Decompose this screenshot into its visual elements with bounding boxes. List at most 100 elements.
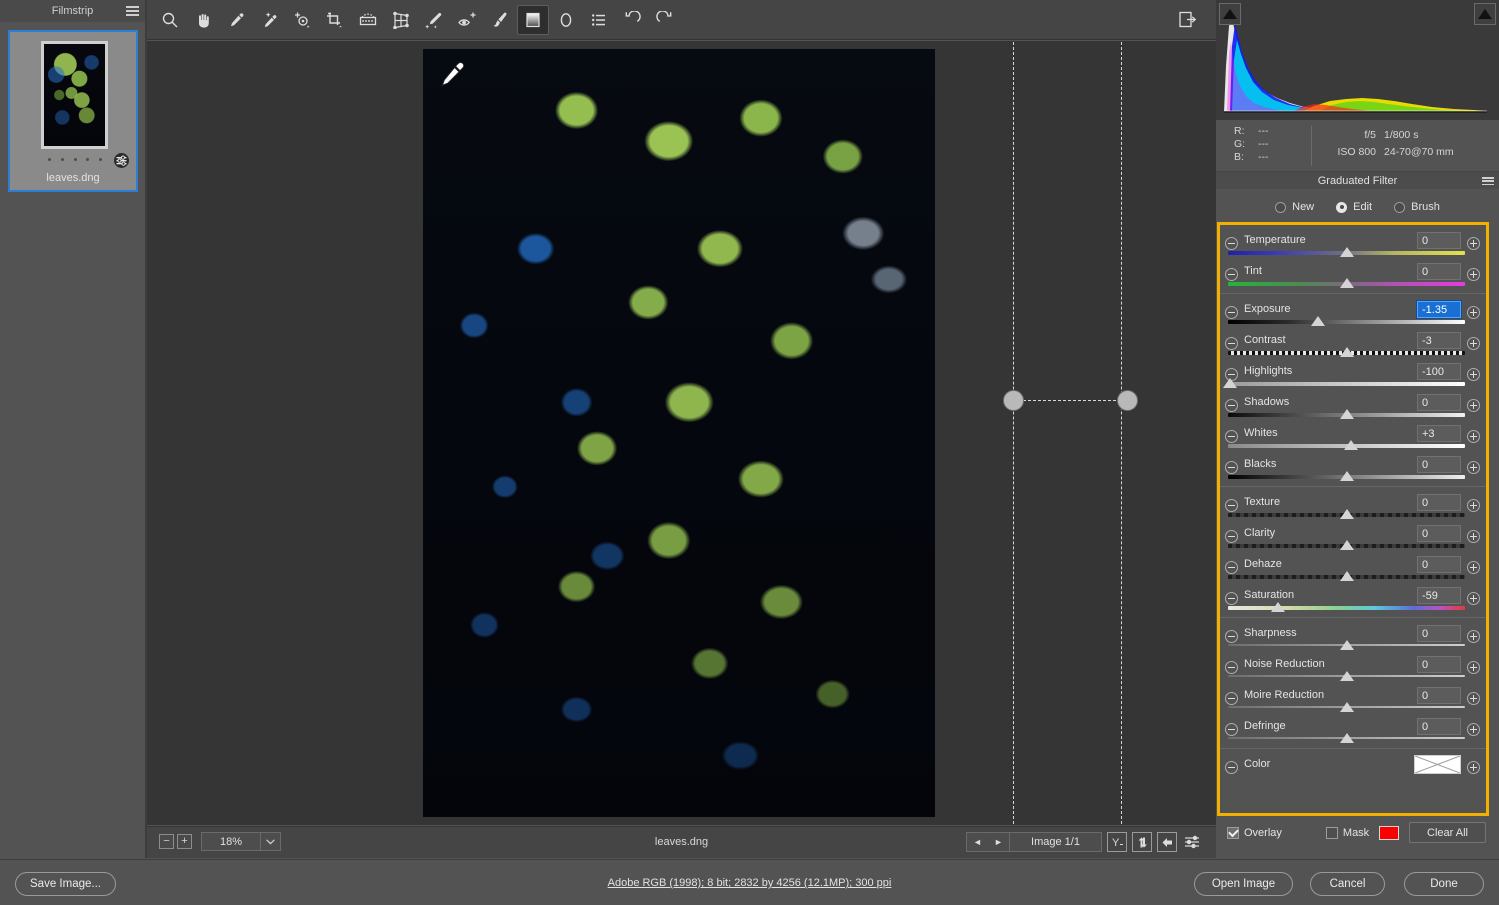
hand-tool[interactable] <box>187 5 219 35</box>
slider-value-highlights[interactable]: -100 <box>1417 363 1461 380</box>
before-after-y-icon[interactable]: Y <box>1107 832 1127 852</box>
rotate-cw-tool[interactable] <box>649 5 681 35</box>
increment-moire-reduction-button[interactable] <box>1467 692 1480 705</box>
slider-thumb-shadows[interactable] <box>1339 409 1354 419</box>
done-button[interactable]: Done <box>1404 872 1484 896</box>
slider-value-sharpness[interactable]: 0 <box>1417 625 1461 642</box>
color-sampler-tool[interactable] <box>253 5 285 35</box>
presets-tool[interactable] <box>583 5 615 35</box>
slider-value-noise-reduction[interactable]: 0 <box>1417 656 1461 673</box>
increment-dehaze-button[interactable] <box>1467 561 1480 574</box>
decrement-texture-button[interactable] <box>1225 499 1238 512</box>
white-balance-tool[interactable] <box>220 5 252 35</box>
increment-color-button[interactable] <box>1467 761 1480 774</box>
slider-value-contrast[interactable]: -3 <box>1417 332 1461 349</box>
increment-temperature-button[interactable] <box>1467 237 1480 250</box>
decrement-defringe-button[interactable] <box>1225 723 1238 736</box>
increment-shadows-button[interactable] <box>1467 399 1480 412</box>
slider-value-saturation[interactable]: -59 <box>1417 587 1461 604</box>
slider-thumb-highlights[interactable] <box>1223 378 1238 388</box>
increment-blacks-button[interactable] <box>1467 461 1480 474</box>
slider-value-clarity[interactable]: 0 <box>1417 525 1461 542</box>
open-image-button[interactable]: Open Image <box>1194 872 1293 896</box>
shadow-clipping-triangle-icon[interactable] <box>1219 3 1241 25</box>
spot-removal-tool[interactable] <box>418 5 450 35</box>
mask-checkbox[interactable]: Mask <box>1325 827 1369 839</box>
increment-clarity-button[interactable] <box>1467 530 1480 543</box>
decrement-shadows-button[interactable] <box>1225 399 1238 412</box>
increment-texture-button[interactable] <box>1467 499 1480 512</box>
red-eye-tool[interactable] <box>451 5 483 35</box>
graduated-filter-handle-left[interactable] <box>1003 390 1024 411</box>
mode-new-radio[interactable]: New <box>1275 201 1314 213</box>
open-preferences-icon[interactable] <box>1172 5 1202 34</box>
slider-thumb-contrast[interactable] <box>1339 347 1354 357</box>
straighten-tool[interactable] <box>352 5 384 35</box>
slider-thumb-dehaze[interactable] <box>1339 571 1354 581</box>
increment-defringe-button[interactable] <box>1467 723 1480 736</box>
clear-all-button[interactable]: Clear All <box>1409 822 1486 843</box>
slider-thumb-blacks[interactable] <box>1339 471 1354 481</box>
rating-dots[interactable] <box>48 158 102 161</box>
slider-thumb-exposure[interactable] <box>1311 316 1326 326</box>
slider-thumb-defringe[interactable] <box>1339 733 1354 743</box>
slider-value-whites[interactable]: +3 <box>1417 425 1461 442</box>
slider-thumb-texture[interactable] <box>1339 509 1354 519</box>
increment-saturation-button[interactable] <box>1467 592 1480 605</box>
decrement-clarity-button[interactable] <box>1225 530 1238 543</box>
graduated-filter-line-right[interactable] <box>1121 41 1122 825</box>
increment-exposure-button[interactable] <box>1467 306 1480 319</box>
swap-before-after-icon[interactable] <box>1132 832 1152 852</box>
decrement-dehaze-button[interactable] <box>1225 561 1238 574</box>
increment-highlights-button[interactable] <box>1467 368 1480 381</box>
slider-thumb-tint[interactable] <box>1339 278 1354 288</box>
slider-track-highlights[interactable] <box>1228 382 1465 386</box>
cancel-button[interactable]: Cancel <box>1310 872 1385 896</box>
decrement-temperature-button[interactable] <box>1225 237 1238 250</box>
overlay-checkbox[interactable]: Overlay <box>1227 827 1282 839</box>
decrement-moire-reduction-button[interactable] <box>1225 692 1238 705</box>
slider-value-texture[interactable]: 0 <box>1417 494 1461 511</box>
slider-value-defringe[interactable]: 0 <box>1417 718 1461 735</box>
slider-value-blacks[interactable]: 0 <box>1417 456 1461 473</box>
slider-thumb-clarity[interactable] <box>1339 540 1354 550</box>
slider-value-moire-reduction[interactable]: 0 <box>1417 687 1461 704</box>
increment-contrast-button[interactable] <box>1467 337 1480 350</box>
slider-thumb-sharpness[interactable] <box>1339 640 1354 650</box>
copy-settings-icon[interactable] <box>1157 832 1177 852</box>
decrement-sharpness-button[interactable] <box>1225 630 1238 643</box>
mask-color-swatch[interactable] <box>1379 826 1400 840</box>
list-item[interactable]: leaves.dng <box>8 30 138 192</box>
decrement-saturation-button[interactable] <box>1225 592 1238 605</box>
crop-tool[interactable] <box>319 5 351 35</box>
slider-thumb-noise-reduction[interactable] <box>1339 671 1354 681</box>
transform-tool[interactable] <box>385 5 417 35</box>
decrement-color-button[interactable] <box>1225 761 1238 774</box>
slider-thumb-whites[interactable] <box>1344 440 1359 450</box>
decrement-whites-button[interactable] <box>1225 430 1238 443</box>
preview-image[interactable] <box>423 49 935 817</box>
increment-whites-button[interactable] <box>1467 430 1480 443</box>
slider-value-exposure[interactable]: -1.35 <box>1417 301 1461 318</box>
image-nav-arrows[interactable]: ◄ ► <box>966 832 1010 852</box>
slider-value-tint[interactable]: 0 <box>1417 263 1461 280</box>
increment-tint-button[interactable] <box>1467 268 1480 281</box>
slider-value-temperature[interactable]: 0 <box>1417 232 1461 249</box>
preview-preferences-icon[interactable] <box>1182 832 1202 852</box>
increment-sharpness-button[interactable] <box>1467 630 1480 643</box>
graduated-filter-tool[interactable] <box>517 5 549 35</box>
prev-image-button[interactable]: ◄ <box>973 837 982 847</box>
highlight-clipping-triangle-icon[interactable] <box>1474 3 1496 25</box>
graduated-filter-handle-right[interactable] <box>1117 390 1138 411</box>
panel-menu-icon[interactable] <box>1482 177 1494 185</box>
image-canvas[interactable] <box>147 41 1216 825</box>
next-image-button[interactable]: ► <box>994 837 1003 847</box>
slider-value-shadows[interactable]: 0 <box>1417 394 1461 411</box>
decrement-contrast-button[interactable] <box>1225 337 1238 350</box>
mode-brush-radio[interactable]: Brush <box>1394 201 1440 213</box>
slider-value-dehaze[interactable]: 0 <box>1417 556 1461 573</box>
decrement-tint-button[interactable] <box>1225 268 1238 281</box>
graduated-filter-line-left[interactable] <box>1013 41 1014 825</box>
decrement-noise-reduction-button[interactable] <box>1225 661 1238 674</box>
decrement-exposure-button[interactable] <box>1225 306 1238 319</box>
